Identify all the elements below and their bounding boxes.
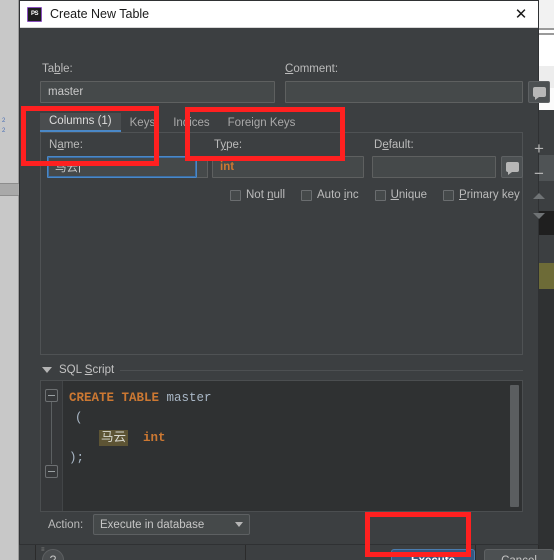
checkbox-label: Unique xyxy=(390,189,428,201)
comment-editor-button[interactable] xyxy=(528,81,550,103)
chevron-down-icon xyxy=(235,522,243,527)
sql-keyword: CREATE TABLE xyxy=(69,391,160,405)
sql-column-name: 马云 xyxy=(99,430,129,446)
ide-bg-highlight xyxy=(539,263,554,289)
checkbox-box xyxy=(374,189,386,201)
ide-left-marker: 2 xyxy=(2,118,6,124)
column-type-value: int xyxy=(220,161,235,173)
checkbox-unique[interactable]: Unique xyxy=(374,189,428,201)
tab-keys[interactable]: Keys xyxy=(121,115,165,132)
comment-bubble-icon xyxy=(532,87,546,100)
column-type-input[interactable]: int xyxy=(212,156,364,178)
arrow-down-icon xyxy=(533,213,545,219)
ide-left-panel: 2 2 xyxy=(0,0,19,560)
remove-column-button[interactable]: − xyxy=(529,163,549,183)
create-new-table-dialog: Create New Table ✕ Table: master Comment… xyxy=(19,0,554,560)
action-label: Action: xyxy=(48,519,84,531)
sql-script-header[interactable]: SQL Script xyxy=(42,364,114,376)
column-name-value: 马云 xyxy=(55,162,78,174)
tab-columns[interactable]: Columns (1) xyxy=(40,113,121,132)
sql-column-type: int xyxy=(143,431,166,445)
add-column-button[interactable]: + xyxy=(529,138,549,158)
editor-gutter xyxy=(41,381,63,511)
checkbox-box xyxy=(301,189,313,201)
column-flags-row: Not null Auto inc Unique Primary key xyxy=(230,189,520,201)
close-icon[interactable]: ✕ xyxy=(510,3,532,25)
execute-button[interactable]: Execute xyxy=(391,549,475,560)
sql-code: CREATE TABLE master ( 马云 int ); xyxy=(69,388,212,468)
ide-bg-block xyxy=(539,289,554,560)
fold-marker-close[interactable] xyxy=(45,465,58,478)
checkbox-not-null[interactable]: Not null xyxy=(230,189,285,201)
tab-foreign-keys[interactable]: Foreign Keys xyxy=(219,115,305,132)
minus-icon: − xyxy=(534,163,544,183)
sql-script-editor[interactable]: CREATE TABLE master ( 马云 int ); xyxy=(40,380,523,512)
column-name-label: Name: xyxy=(49,139,83,151)
column-default-label: Default: xyxy=(374,139,414,151)
column-type-label: Type: xyxy=(214,139,243,151)
plus-icon: + xyxy=(534,138,544,158)
checkbox-box xyxy=(230,189,241,201)
comment-label: Comment: xyxy=(285,63,339,75)
column-name-input[interactable]: 马云 | xyxy=(47,156,197,178)
table-name-input[interactable]: master xyxy=(40,81,275,103)
action-dropdown[interactable]: Execute in database xyxy=(93,514,250,535)
fold-marker-open[interactable] xyxy=(45,389,58,402)
column-name-input-extension xyxy=(197,156,208,178)
dialog-titlebar: Create New Table ✕ xyxy=(20,1,538,28)
checkbox-label: Primary key xyxy=(459,189,520,201)
ide-bg-block xyxy=(539,30,554,66)
comment-bubble-icon xyxy=(505,162,519,175)
checkbox-auto-inc[interactable]: Auto inc xyxy=(301,189,359,201)
comment-input[interactable] xyxy=(285,81,523,103)
phpstorm-icon xyxy=(27,6,42,22)
column-default-input[interactable] xyxy=(372,156,496,178)
checkbox-primary-key[interactable]: Primary key xyxy=(443,189,520,201)
ide-bg-block xyxy=(539,0,554,30)
fold-connector xyxy=(51,402,52,464)
ide-left-divider xyxy=(0,183,19,196)
action-selected-value: Execute in database xyxy=(100,518,205,531)
sql-table-name: master xyxy=(166,391,212,405)
sql-paren-open: ( xyxy=(75,411,83,425)
editor-scrollbar[interactable] xyxy=(510,385,519,507)
ide-bg-line xyxy=(539,28,554,30)
ide-left-marker: 2 xyxy=(2,128,6,134)
default-editor-button[interactable] xyxy=(501,156,523,178)
dialog-body: Table: master Comment: Columns (1) Keys … xyxy=(20,28,554,560)
move-column-down-button[interactable] xyxy=(529,206,549,226)
arrow-up-icon xyxy=(533,193,545,199)
ide-bg-line xyxy=(539,33,554,35)
move-column-up-button[interactable] xyxy=(529,186,549,206)
dialog-title: Create New Table xyxy=(50,7,150,21)
tab-indices[interactable]: Indices xyxy=(164,115,218,132)
sql-script-header-rule xyxy=(120,370,523,371)
table-label: Table: xyxy=(42,63,73,75)
cancel-button[interactable]: Cancel xyxy=(484,549,554,560)
ide-bg-block xyxy=(539,235,554,263)
table-name-value: master xyxy=(48,86,84,98)
checkbox-label: Not null xyxy=(246,189,286,201)
sql-paren-close: ); xyxy=(69,451,85,465)
checkbox-label: Auto inc xyxy=(317,189,359,201)
chevron-down-icon[interactable] xyxy=(42,367,52,373)
sql-script-title: SQL Script xyxy=(59,364,115,376)
checkbox-box xyxy=(443,189,455,201)
tab-bar: Columns (1) Keys Indices Foreign Keys xyxy=(40,112,304,132)
